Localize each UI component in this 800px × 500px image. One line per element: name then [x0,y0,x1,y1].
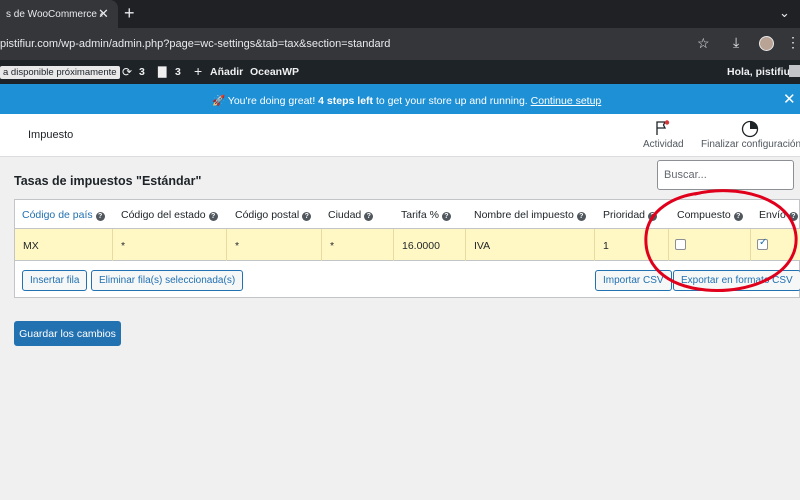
import-csv-button[interactable]: Importar CSV [595,270,672,291]
shipping-checkbox[interactable] [757,237,768,250]
tax-rates-table: Código de país? Código del estado? Códig… [14,199,800,298]
help-icon[interactable]: ? [208,212,218,221]
help-icon[interactable]: ? [648,212,658,221]
table-row[interactable]: MX * * * 16.0000 IVA 1 [15,229,800,261]
column-header-country[interactable]: Código de país? [22,209,105,221]
star-icon[interactable]: ☆ [697,35,710,52]
column-header-tax-name: Nombre del impuesto? [474,209,586,221]
save-changes-button[interactable]: Guardar los cambios [14,321,121,346]
help-icon[interactable]: ? [576,212,586,221]
new-content-link[interactable]: Añadir [210,66,243,78]
tax-name-cell[interactable]: IVA [466,229,595,261]
comment-icon[interactable]: ▇ [158,65,166,78]
kebab-icon[interactable]: ⋮ [786,34,800,51]
availability-badge[interactable]: a disponible próximamente [0,66,120,79]
flag-icon[interactable] [654,120,670,136]
compound-checkbox[interactable] [675,239,686,250]
table-header: Código de país? Código del estado? Códig… [15,200,800,229]
column-header-postcode: Código postal? [235,209,312,221]
close-icon[interactable]: ✕ [783,90,796,108]
help-icon[interactable]: ? [441,212,451,221]
help-icon[interactable]: ? [95,212,105,221]
search-input[interactable] [657,160,794,190]
sync-icon[interactable]: ⟳ [122,65,132,79]
column-header-rate: Tarifa %? [401,209,451,221]
address-bar: pistifiur.com/wp-admin/admin.php?page=wc… [0,28,800,60]
close-icon[interactable]: ✕ [98,6,109,22]
country-cell[interactable]: MX [15,229,113,261]
avatar[interactable] [759,36,774,51]
export-csv-button[interactable]: Exportar en formato CSV [673,270,800,291]
browser-tab-strip: s de WooCommerce ‹ ✕ + ⌄ [0,0,800,28]
city-cell[interactable]: * [322,229,394,261]
column-header-priority: Prioridad? [603,209,658,221]
continue-setup-link[interactable]: Continue setup [531,95,602,107]
delete-rows-button[interactable]: Eliminar fila(s) seleccionada(s) [91,270,244,291]
updates-count[interactable]: 3 [139,66,145,78]
column-header-state: Código del estado? [121,209,218,221]
chevron-down-icon[interactable]: ⌄ [779,5,790,21]
column-header-shipping: Envío? [759,209,798,221]
plus-icon[interactable]: + [124,3,135,24]
help-icon[interactable]: ? [788,212,798,221]
rocket-icon: 🚀 [212,95,226,107]
activity-label[interactable]: Actividad [643,139,684,150]
theme-menu-link[interactable]: OceanWP [250,66,299,78]
avatar[interactable] [789,65,800,77]
state-cell[interactable]: * [113,229,227,261]
priority-cell[interactable]: 1 [595,229,669,261]
woocommerce-header: Impuesto Actividad Finalizar configuraci… [0,114,800,157]
banner-text: 🚀 You're doing great! 4 steps left to ge… [212,95,602,107]
wp-admin-bar: a disponible próximamente ⟳ 3 ▇ 3 + Añad… [0,60,800,84]
tab-title: s de WooCommerce ‹ [6,9,104,20]
account-greeting[interactable]: Hola, pistifiur [727,66,794,78]
rate-cell[interactable]: 16.0000 [394,229,466,261]
tax-rates-title: Tasas de impuestos "Estándar" [14,174,202,188]
column-header-compound: Compuesto? [677,209,743,221]
help-icon[interactable]: ? [364,212,374,221]
column-header-city: Ciudad? [328,209,374,221]
postcode-cell[interactable]: * [227,229,322,261]
download-icon[interactable]: ⤓ [733,34,739,51]
insert-row-button[interactable]: Insertar fila [22,270,88,291]
plus-icon[interactable]: + [194,63,202,79]
help-icon[interactable]: ? [302,212,312,221]
setup-banner: 🚀 You're doing great! 4 steps left to ge… [0,84,800,114]
finish-setup-label[interactable]: Finalizar configuración [701,139,800,150]
page-title: Impuesto [28,129,74,141]
comments-count[interactable]: 3 [175,66,181,78]
url-field[interactable]: pistifiur.com/wp-admin/admin.php?page=wc… [0,38,390,50]
help-icon[interactable]: ? [733,212,743,221]
progress-icon[interactable] [741,120,759,138]
